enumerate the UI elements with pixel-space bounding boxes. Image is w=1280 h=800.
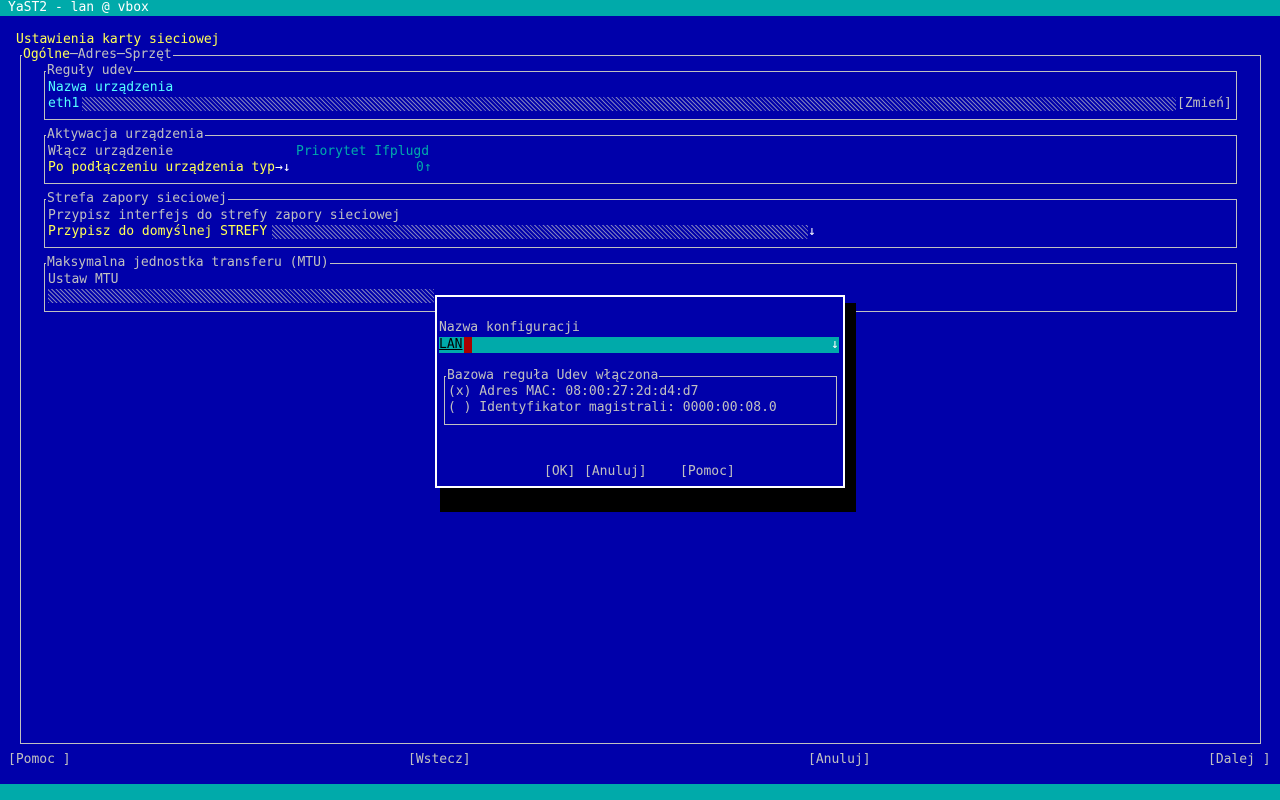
mtu-label: Ustaw MTU — [48, 272, 119, 287]
activation-legend: Aktywacja urządzenia — [46, 127, 205, 143]
device-name-label: Nazwa urządzenia — [48, 80, 174, 95]
window-title: YaST2 - lan @ vbox — [8, 0, 149, 15]
dialog-cancel-button[interactable]: [Anuluj] — [584, 464, 647, 480]
footer-cancel-button[interactable]: [Anuluj] — [808, 752, 871, 768]
firewall-assign-label: Przypisz interfejs do strefy zapory siec… — [48, 208, 401, 223]
config-name-value: LAN — [439, 337, 463, 352]
tab-general[interactable]: Ogólne — [23, 47, 70, 62]
dialog-help-button[interactable]: [Pomoc] — [680, 464, 735, 480]
firewall-zone-arrow-icon[interactable]: ↓ — [808, 224, 816, 240]
udev-frame — [44, 71, 1237, 120]
config-name-label: Nazwa konfiguracji — [439, 320, 580, 335]
option-bus-id[interactable]: ( ) Identyfikator magistrali: 0000:00:08… — [448, 400, 777, 416]
mtu-legend: Maksymalna jednostka transferu (MTU) — [46, 255, 330, 271]
dialog-shadow-bottom — [440, 488, 856, 512]
ifplugd-priority-spinner[interactable]: 0↑ — [416, 160, 432, 176]
enable-device-arrow-icon: →↓ — [274, 160, 291, 175]
config-name-arrow-icon[interactable]: ↓ — [831, 337, 839, 353]
dialog-ok-button[interactable]: [OK] — [544, 464, 575, 480]
spinner-arrow-icon: ↑ — [423, 160, 432, 175]
tab-address[interactable]: Adres — [78, 47, 117, 62]
device-name-value: eth1 — [48, 96, 80, 111]
udev-rule-legend: Bazowa reguła Udev włączona — [446, 368, 660, 384]
window-title-bar: YaST2 - lan @ vbox — [0, 0, 1280, 16]
enable-device-label: Włącz urządzenie — [48, 144, 174, 159]
status-bar — [0, 784, 1280, 800]
config-name-combo[interactable]: LAN ↓ — [439, 337, 839, 353]
option-mac-address[interactable]: (x) Adres MAC: 08:00:27:2d:d4:d7 — [448, 384, 698, 400]
footer-back-button[interactable]: [Wstecz] — [408, 752, 471, 768]
dialog-shadow-right — [845, 303, 856, 512]
change-button[interactable]: [Zmień] — [1177, 96, 1232, 112]
firewall-legend: Strefa zapory sieciowej — [46, 191, 229, 207]
firewall-zone-field — [272, 225, 808, 239]
tab-hardware[interactable]: Sprzęt — [125, 47, 172, 62]
firewall-zone-value[interactable]: Przypisz do domyślnej STREFY — [48, 224, 267, 240]
footer-help-button[interactable]: [Pomoc ] — [8, 752, 71, 768]
enable-device-combo[interactable]: Po podłączeniu urządzenia typ→↓ — [48, 160, 291, 176]
ifplugd-priority-value: 0 — [416, 160, 424, 175]
device-name-field — [82, 97, 1176, 111]
enable-device-value: Po podłączeniu urządzenia typ — [48, 160, 275, 175]
page-title: Ustawienia karty sieciowej — [16, 32, 220, 47]
mtu-input[interactable] — [48, 289, 434, 303]
tab-bar: Ogólne─Adres─Sprzęt — [22, 47, 173, 63]
config-name-dialog: Nazwa konfiguracji LAN ↓ Bazowa reguła U… — [435, 295, 845, 488]
footer-next-button[interactable]: [Dalej ] — [1208, 752, 1271, 768]
ifplugd-priority-label: Priorytet Ifplugd — [296, 144, 430, 159]
text-cursor — [464, 337, 472, 353]
udev-legend: Reguły udev — [46, 63, 135, 79]
